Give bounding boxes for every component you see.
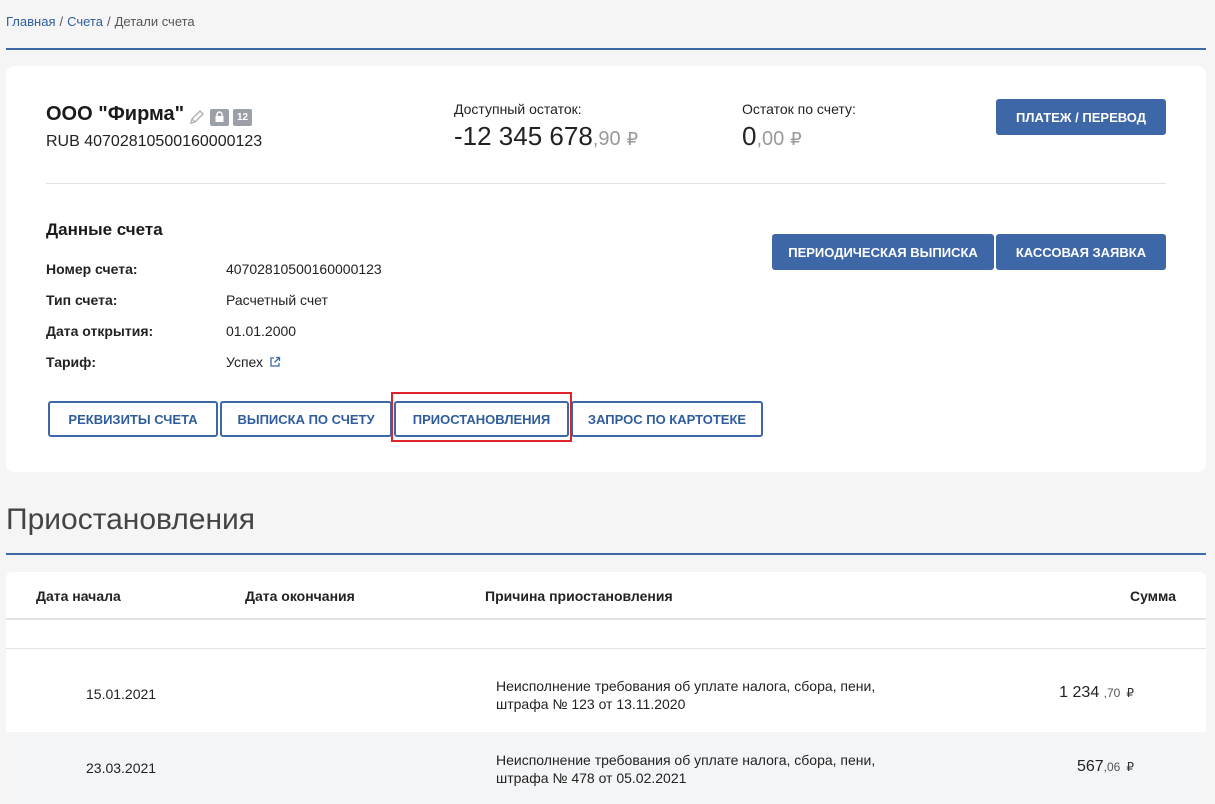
account-number-value: 40702810500160000123: [226, 261, 382, 277]
column-end-date[interactable]: Дата окончания: [245, 588, 355, 604]
suspensions-table: Дата начала Дата окончания Причина приос…: [6, 572, 1206, 804]
tariff-link[interactable]: Успех: [226, 354, 263, 370]
account-type-value: Расчетный счет: [226, 292, 328, 308]
calendar-badge-icon: 12: [233, 108, 252, 126]
table-row: 23.03.2021 Неисполнение требования об уп…: [6, 732, 1206, 804]
breadcrumb-separator: /: [59, 14, 64, 29]
payment-transfer-button[interactable]: ПЛАТЕЖ / ПЕРЕВОД: [996, 99, 1166, 135]
row-start-date: 23.03.2021: [86, 760, 157, 776]
tab-card-index-request[interactable]: ЗАПРОС ПО КАРТОТЕКЕ: [571, 401, 763, 437]
external-link-icon[interactable]: [269, 356, 281, 368]
column-amount[interactable]: Сумма: [1130, 588, 1176, 604]
breadcrumb-separator: /: [106, 14, 111, 29]
company-icons: 12: [188, 108, 252, 126]
available-balance-integer: -12 345 678: [454, 121, 593, 151]
account-card: ООО "Фирма" 12 RUB 40702810500160000123 …: [6, 66, 1206, 472]
available-balance-label: Доступный остаток:: [454, 101, 582, 117]
tariff-value[interactable]: Успех: [226, 354, 281, 370]
table-header-divider: [6, 618, 1206, 620]
open-date-label: Дата открытия:: [46, 323, 154, 339]
open-date-value: 01.01.2000: [226, 323, 297, 339]
row-amount-integer: 567: [1076, 758, 1104, 775]
ruble-icon: ₽: [626, 129, 639, 149]
account-currency-number: RUB 40702810500160000123: [46, 133, 263, 150]
active-tab-highlight: [391, 392, 572, 442]
account-number-label: Номер счета:: [46, 261, 138, 277]
account-details-title: Данные счета: [46, 220, 163, 239]
table-spacer-divider: [6, 648, 1206, 649]
account-type-label: Тип счета:: [46, 292, 118, 308]
periodic-statement-button[interactable]: ПЕРИОДИЧЕСКАЯ ВЫПИСКА: [772, 234, 994, 270]
pencil-icon[interactable]: [188, 108, 206, 126]
row-amount-fraction: ,70: [1103, 686, 1121, 700]
row-reason: Неисполнение требования об уплате налога…: [496, 752, 876, 786]
account-balance-value: 0,00 ₽: [742, 121, 802, 152]
row-amount: 1 234 ,70 ₽: [1059, 684, 1134, 702]
lock-icon: [210, 108, 229, 126]
ruble-icon: ₽: [790, 129, 802, 149]
card-divider: [46, 183, 1166, 184]
row-reason: Неисполнение требования об уплате налога…: [496, 678, 876, 712]
column-reason[interactable]: Причина приостановления: [485, 588, 673, 604]
account-balance-integer: 0: [742, 121, 757, 151]
tab-account-statement[interactable]: ВЫПИСКА ПО СЧЕТУ: [220, 401, 392, 437]
ruble-icon: ₽: [1126, 760, 1134, 774]
account-balance-fraction: ,00: [756, 128, 785, 150]
header-divider: [6, 48, 1206, 50]
row-amount-integer: 1 234: [1059, 684, 1100, 701]
available-balance-fraction: ,90: [592, 128, 621, 150]
breadcrumb: Главная / Счета / Детали счета: [6, 14, 195, 29]
row-amount: 567,06 ₽: [1077, 758, 1134, 776]
tab-account-requisites[interactable]: РЕКВИЗИТЫ СЧЕТА: [48, 401, 218, 437]
account-balance-label: Остаток по счету:: [742, 101, 856, 117]
row-amount-fraction: ,06: [1103, 760, 1121, 774]
ruble-icon: ₽: [1126, 686, 1134, 700]
table-row: 15.01.2021 Неисполнение требования об уп…: [6, 658, 1206, 730]
tariff-label: Тариф:: [46, 354, 97, 370]
section-divider: [6, 553, 1206, 555]
breadcrumb-home-link[interactable]: Главная: [6, 14, 55, 29]
cash-request-button[interactable]: КАССОВАЯ ЗАЯВКА: [996, 234, 1166, 270]
row-start-date: 15.01.2021: [86, 686, 157, 702]
column-start-date[interactable]: Дата начала: [36, 588, 121, 604]
breadcrumb-accounts-link[interactable]: Счета: [67, 14, 103, 29]
suspensions-heading: Приостановления: [6, 503, 256, 536]
breadcrumb-current: Детали счета: [114, 14, 195, 29]
company-name: ООО "Фирма": [46, 103, 185, 125]
available-balance-value: -12 345 678,90 ₽: [454, 121, 638, 152]
